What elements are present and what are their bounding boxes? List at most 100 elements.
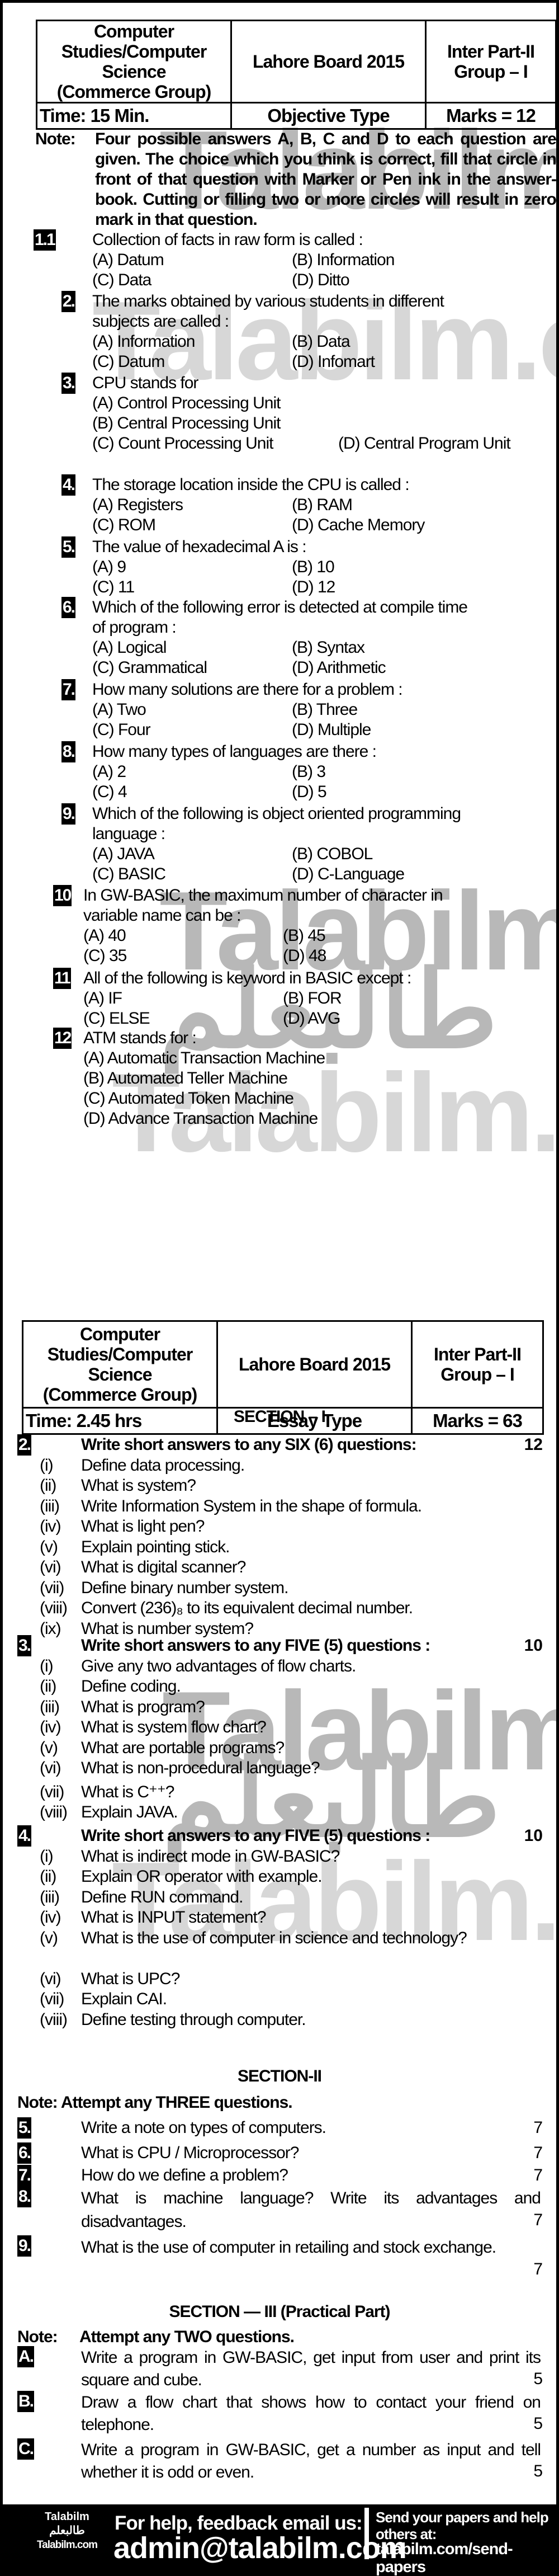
question-number-badge: 3.: [61, 373, 75, 394]
brand-urdu: طالبعلم: [49, 2525, 85, 2537]
part-text: Define RUN command.: [81, 1887, 243, 1906]
part-text: What is non-procedural language?: [81, 1759, 320, 1777]
question-text: Write a program in GW-BASIC, get a numbe…: [81, 2441, 541, 2481]
footer-banner: Talabilm طالبعلم Talabilm.com For help, …: [0, 2504, 559, 2576]
section-1-title: SECTION – I: [233, 1407, 326, 1426]
question-text: language :: [92, 825, 165, 843]
exam-paper: Talabilm Talabilm.com Talabilm طالبعلم T…: [3, 3, 556, 2504]
part-number: (ii): [40, 1677, 56, 1696]
part-number: (i): [40, 1847, 54, 1866]
answer-option-a: (A) Registers: [92, 496, 183, 514]
part-text: What is UPC?: [81, 1969, 180, 1988]
part-number: (vii): [40, 1578, 64, 1597]
subject-cell: Computer Studies/Computer Science (Comme…: [22, 1320, 218, 1409]
answer-option-a: (A) JAVA: [92, 845, 155, 863]
email-link[interactable]: admin@talabilm.com: [113, 2532, 407, 2564]
question-text: Which of the following error is detected…: [92, 598, 468, 616]
part-number: (iv): [40, 1718, 61, 1736]
part-text: What is INPUT statement?: [81, 1908, 267, 1927]
section-3-title: SECTION — III (Practical Part): [169, 2302, 390, 2321]
note-label: Note:: [35, 130, 76, 148]
question-number-badge: 5.: [17, 2117, 31, 2139]
answer-option-c: (C) Data: [92, 271, 151, 289]
part-number: (vi): [40, 1558, 61, 1576]
part-number: (ix): [40, 1619, 61, 1638]
section-3-note-label: Note:: [17, 2328, 58, 2346]
question-text: The marks obtained by various students i…: [92, 292, 444, 310]
part-text: What is system flow chart?: [81, 1718, 267, 1736]
board-cell: Lahore Board 2015: [216, 1320, 413, 1409]
question-letter-badge: C.: [17, 2438, 34, 2460]
part-number: (iii): [40, 1887, 60, 1906]
answer-option-c: (C) ELSE: [83, 1009, 150, 1028]
answer-option-b: (B) RAM: [292, 496, 353, 514]
answer-option-b: (B) FOR: [283, 989, 342, 1007]
question-number-badge: 2.: [61, 291, 75, 312]
question-text: How do we define a problem?: [81, 2166, 288, 2184]
question-marks: 5: [533, 2462, 543, 2480]
part-number: (iii): [40, 1697, 60, 1716]
question-text: ATM stands for :: [83, 1029, 197, 1047]
answer-option-d: (D) Ditto: [292, 271, 350, 289]
answer-option-a: (A) 9: [92, 558, 126, 576]
answer-option-c: (C) Automated Token Machine: [83, 1089, 294, 1108]
question-text: What is the use of computer in retailing…: [81, 2238, 496, 2257]
brand-name: Talabilm: [45, 2511, 89, 2523]
part-number: (vii): [40, 1782, 64, 1801]
question-number-badge: 8.: [61, 741, 75, 762]
question-number-badge: 3.: [17, 1635, 31, 1656]
question-marks: 5: [533, 2414, 543, 2433]
question-number-badge: 1.1: [34, 229, 56, 251]
question-text: Draw a flow chart that shows how to cont…: [81, 2393, 541, 2434]
part-text: Give any two advantages of flow charts.: [81, 1656, 356, 1675]
answer-option-c: (C) Four: [92, 720, 151, 739]
part-text: What is indirect mode in GW-BASIC?: [81, 1847, 340, 1866]
question-number-badge: 6.: [17, 2142, 31, 2164]
answer-option-b: (B) Automated Teller Machine: [83, 1069, 288, 1087]
subject-line: Computer: [93, 21, 174, 41]
part-number: (viii): [40, 2010, 68, 2029]
footer-divider: [364, 2508, 369, 2559]
question-text: All of the following is keyword in BASIC…: [83, 969, 411, 987]
part-text: Write Information System in the shape of…: [81, 1496, 422, 1515]
brand-site-link[interactable]: Talabilm.com: [31, 2538, 103, 2553]
answer-option-c: (C) 11: [92, 578, 135, 596]
question-instruction: Write short answers to any SIX (6) quest…: [81, 1435, 417, 1454]
answer-option-b: (B) Data: [292, 332, 350, 351]
part-text: Define data processing.: [81, 1456, 245, 1475]
subject-line: Science: [102, 62, 167, 82]
send-papers-label: Send your papers and help others at:: [376, 2509, 549, 2542]
answer-option-b: (B) Information: [292, 251, 395, 269]
question-text: How many types of languages are there :: [92, 742, 377, 761]
answer-option-c: (C) 4: [92, 783, 127, 801]
answer-option-b: (B) 10: [292, 558, 335, 576]
subject-line: Studies/Computer: [61, 41, 207, 62]
answer-option-c: (C) Count Processing Unit: [92, 434, 273, 453]
question-number-badge: 10: [53, 885, 72, 906]
part-text: Explain CAI.: [81, 1990, 167, 2008]
class-line: Inter Part-II: [434, 1344, 522, 1364]
class-cell: Inter Part-II Group – I: [425, 20, 556, 103]
part-text: What is digital scanner?: [81, 1558, 246, 1576]
answer-option-d: (D) Central Program Unit: [338, 434, 511, 453]
question-text: In GW-BASIC, the maximum number of chara…: [83, 886, 443, 905]
answer-option-b: (B) COBOL: [292, 845, 373, 863]
answer-option-a: (A) Control Processing Unit: [92, 394, 281, 412]
question-text: CPU stands for: [92, 374, 198, 392]
section-2-note: Note: Attempt any THREE questions.: [17, 2093, 293, 2112]
board-cell: Lahore Board 2015: [230, 20, 427, 103]
answer-option-a: (A) Automatic Transaction Machine: [83, 1049, 325, 1067]
part-number: (vi): [40, 1969, 61, 1988]
part-text: Explain OR operator with example.: [81, 1867, 323, 1886]
send-papers-link[interactable]: talabilm.com/send-papers: [376, 2540, 559, 2576]
question-text: variable name can be :: [83, 906, 241, 925]
question-number-badge: 11: [53, 968, 71, 989]
marks-cell: Marks = 12: [425, 102, 556, 130]
part-text: What is system?: [81, 1476, 196, 1495]
question-instruction: Write short answers to any FIVE (5) ques…: [81, 1636, 430, 1655]
part-text: What are portable programs?: [81, 1738, 285, 1757]
question-marks: 10: [524, 1826, 543, 1845]
question-number-badge: 5.: [61, 536, 75, 558]
answer-option-b: (B) Syntax: [292, 638, 365, 657]
part-number: (ii): [40, 1476, 56, 1495]
